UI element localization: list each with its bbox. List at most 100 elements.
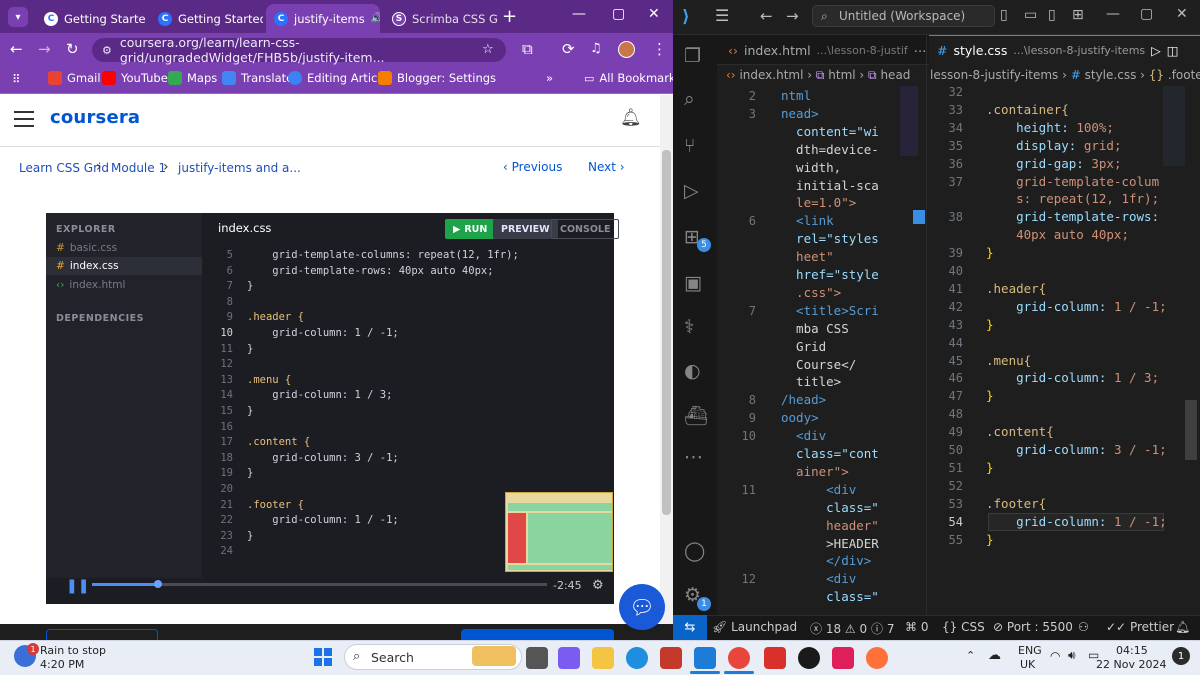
code-line[interactable]: s: repeat(12, 1fr); xyxy=(986,190,1159,208)
apps-grid-icon[interactable]: ⠿ xyxy=(12,72,20,86)
editor-tab[interactable]: index.css xyxy=(218,221,271,235)
code-line[interactable]: </div> xyxy=(781,552,891,570)
console-button[interactable]: CONSOLE xyxy=(551,219,620,239)
code-line[interactable]: class=" xyxy=(781,499,891,517)
crumb[interactable]: index.html xyxy=(739,68,803,82)
close-icon[interactable]: ✕ xyxy=(648,6,660,22)
code-line[interactable]: 17 .content { xyxy=(205,436,605,452)
toggle-panel-icon[interactable]: ▭ xyxy=(1024,7,1037,23)
show-hidden-icons-icon[interactable]: ⌃ xyxy=(966,649,975,662)
explorer-icon[interactable]: ❐ xyxy=(684,45,701,67)
close-icon[interactable]: ✕ xyxy=(1176,6,1188,22)
code-line[interactable]: .header{ xyxy=(986,280,1046,298)
notification-bell-icon[interactable]: 🔔︎ xyxy=(620,108,642,128)
code-line[interactable]: class="cont xyxy=(781,445,891,463)
bookmark-maps[interactable]: Maps xyxy=(168,71,217,85)
back-icon[interactable]: ← xyxy=(10,41,23,57)
code-line[interactable]: 5 grid-template-columns: repeat(12, 1fr)… xyxy=(205,249,605,265)
code-line[interactable]: 8 xyxy=(205,296,605,312)
coursera-logo[interactable]: coursera xyxy=(50,107,140,128)
search-icon[interactable]: ⌕ xyxy=(684,88,695,110)
more-bookmarks-icon[interactable]: » xyxy=(546,71,553,85)
run-debug-icon[interactable]: ▷ xyxy=(684,180,699,202)
code-line[interactable]: grid-gap: 3px; xyxy=(986,155,1121,173)
code-line[interactable]: 13 .menu { xyxy=(205,374,605,390)
code-line[interactable]: <div xyxy=(781,570,891,588)
code-line[interactable]: 9 .header { xyxy=(205,311,605,327)
browser-tab-active[interactable]: C justify-items 🔊 ✕ xyxy=(266,4,380,33)
menu-kebab-icon[interactable]: ⋮ xyxy=(652,41,667,57)
address-bar[interactable]: ⚙ coursera.org/learn/learn-css-grid/ungr… xyxy=(92,35,506,65)
code-line[interactable]: oody> xyxy=(781,409,891,427)
more-icon[interactable]: ⋯ xyxy=(684,446,703,468)
editor-tab-index-html[interactable]: ‹› index.html ...\lesson-8-justif ⋯ xyxy=(720,35,926,65)
code-line[interactable]: <div xyxy=(781,481,891,499)
code-line[interactable]: /head> xyxy=(781,391,891,409)
forward-icon[interactable]: → xyxy=(38,41,51,57)
code-line[interactable]: nead> xyxy=(781,105,891,123)
clock-time[interactable]: 04:15 xyxy=(1116,644,1148,657)
task-view-icon[interactable] xyxy=(526,647,548,669)
crumb[interactable]: lesson-8-justify-items xyxy=(930,68,1058,82)
code-line[interactable]: initial-sca xyxy=(781,177,891,195)
code-line[interactable]: >HEADER xyxy=(781,535,891,553)
crumb[interactable]: .footer xyxy=(1168,68,1200,82)
app-icon[interactable] xyxy=(798,647,820,669)
code-line[interactable]: heet" xyxy=(781,248,891,266)
code-line[interactable]: 10 grid-column: 1 / -1; xyxy=(205,327,605,343)
copilot-icon[interactable]: ⚇ xyxy=(1078,620,1089,634)
split-editor-icon[interactable]: ◫ xyxy=(1167,43,1179,58)
account-icon[interactable]: ◯ xyxy=(684,540,705,562)
code-line[interactable]: } xyxy=(986,531,994,549)
file-explorer-icon[interactable] xyxy=(592,647,614,669)
remote-indicator-icon[interactable]: ⇆ xyxy=(673,615,707,640)
code-line[interactable]: display: grid; xyxy=(986,137,1121,155)
language-primary[interactable]: ENG xyxy=(1018,644,1042,657)
code-line[interactable]: 7} xyxy=(205,280,605,296)
crumb[interactable]: html xyxy=(828,68,855,82)
code-line[interactable]: height: 100%; xyxy=(986,119,1114,137)
code-line[interactable]: } xyxy=(986,316,994,334)
media-icon[interactable]: ♫ xyxy=(590,41,602,57)
file-basic-css[interactable]: # basic.css xyxy=(56,242,117,254)
bookmark-blogger[interactable]: Blogger: Settings xyxy=(378,71,496,85)
bookmark-translate[interactable]: Translate xyxy=(222,71,293,85)
more-actions-icon[interactable]: ⋯ xyxy=(914,43,927,58)
all-bookmarks[interactable]: ▭ All Bookmarks xyxy=(584,71,682,85)
code-line[interactable]: Grid xyxy=(781,338,891,356)
previous-button[interactable]: ‹ Previous xyxy=(503,160,562,174)
preview-thumbnail[interactable] xyxy=(505,492,613,572)
docker-icon[interactable]: ⛴ xyxy=(684,404,708,427)
code-line[interactable]: grid-column: 1 / -1; xyxy=(986,513,1167,531)
code-line[interactable]: grid-column: 1 / -1; xyxy=(986,298,1167,316)
pause-icon[interactable]: ❚❚ xyxy=(66,578,89,594)
remote-explorer-icon[interactable]: ▣ xyxy=(684,272,702,294)
browser-tab[interactable]: S Scrimba CSS Grid ✕ xyxy=(384,4,498,33)
tab-search-button[interactable]: ▾ xyxy=(8,7,28,27)
menu-icon[interactable]: ☰ xyxy=(715,6,729,25)
minimize-icon[interactable]: — xyxy=(1106,6,1120,22)
toggle-secondary-sidebar-icon[interactable]: ▯ xyxy=(1048,7,1056,23)
code-line[interactable]: 19} xyxy=(205,467,605,483)
start-windows-icon[interactable] xyxy=(314,648,332,666)
back-icon[interactable]: ← xyxy=(760,7,773,25)
maximize-icon[interactable]: ▢ xyxy=(612,6,625,22)
code-line[interactable]: 15} xyxy=(205,405,605,421)
python-icon[interactable]: ⚕ xyxy=(684,316,694,338)
code-line[interactable]: grid-column: 3 / -1; xyxy=(986,441,1167,459)
code-line[interactable]: 14 grid-column: 1 / 3; xyxy=(205,389,605,405)
settings-gear-icon[interactable]: ⚙ xyxy=(592,578,604,593)
code-line[interactable]: dth=device- xyxy=(781,141,891,159)
code-line[interactable]: .container{ xyxy=(986,101,1069,119)
code-line[interactable]: 18 grid-column: 3 / -1; xyxy=(205,452,605,468)
bookmark-editing-article[interactable]: Editing Article xyxy=(288,71,388,85)
new-tab-button[interactable]: + xyxy=(502,6,517,27)
code-line[interactable]: grid-template-rows: xyxy=(986,208,1159,226)
slack-icon[interactable] xyxy=(832,647,854,669)
code-line[interactable]: grid-template-colum xyxy=(986,173,1159,191)
ports-status[interactable]: ⌘ 0 xyxy=(905,620,928,634)
wifi-icon[interactable]: ◠ xyxy=(1050,649,1060,663)
cloud-icon[interactable]: ☁ xyxy=(988,648,1001,663)
code-line[interactable]: 12 xyxy=(205,358,605,374)
progress-handle[interactable] xyxy=(154,580,162,588)
